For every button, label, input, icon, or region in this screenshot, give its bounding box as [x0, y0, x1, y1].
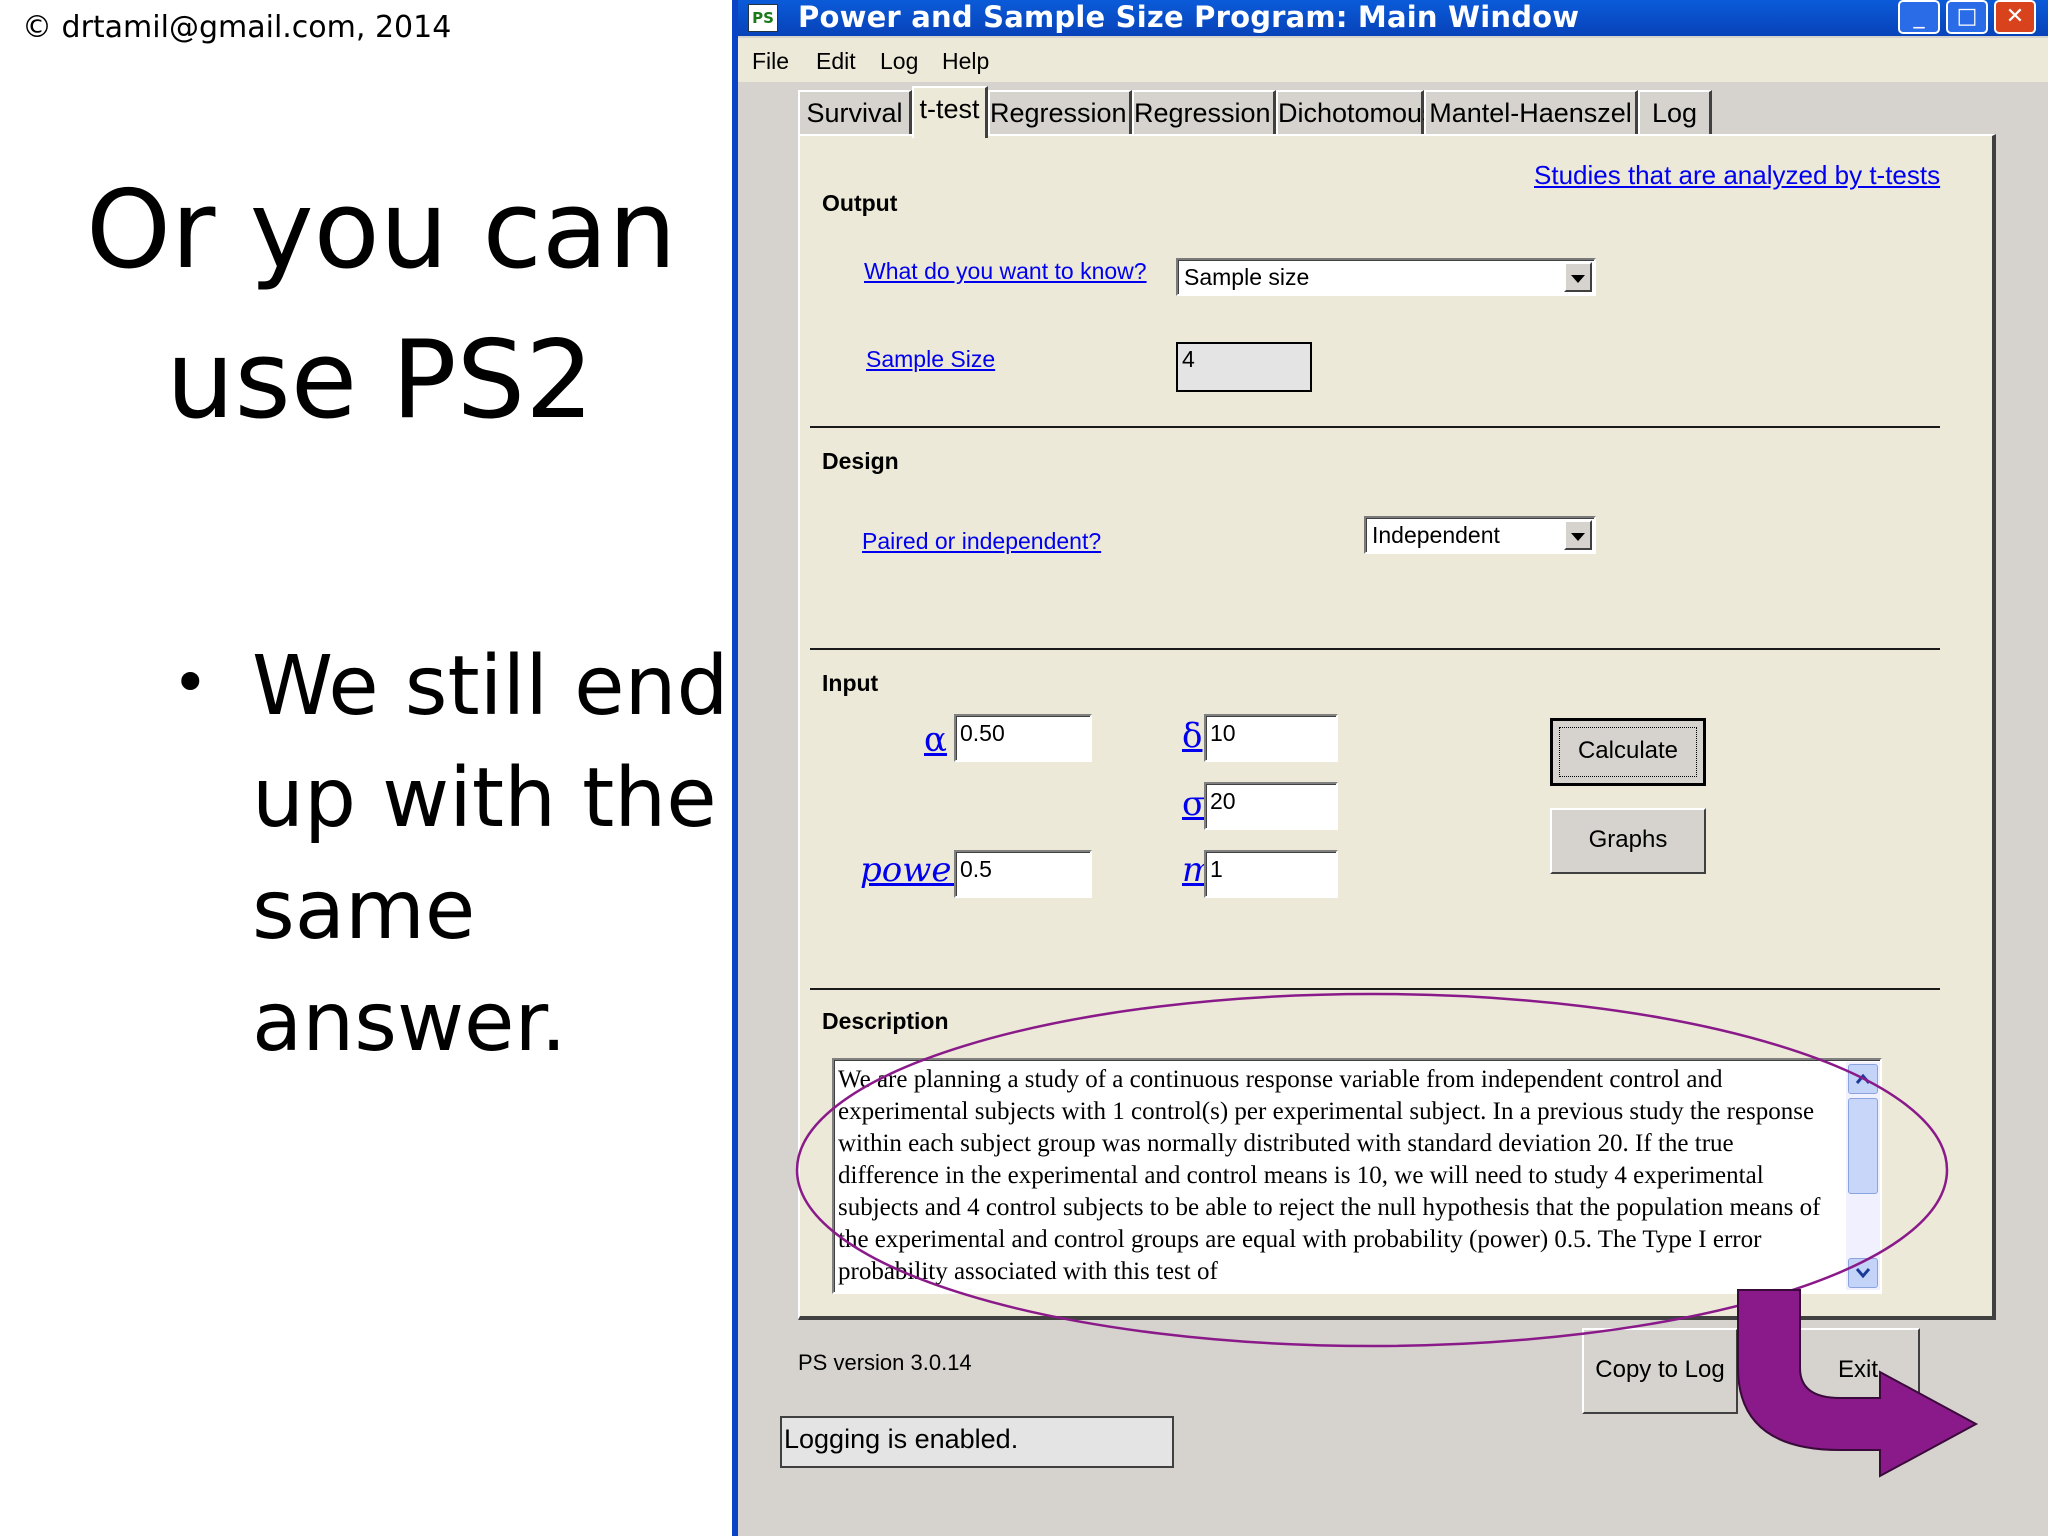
curved-arrow-icon	[1737, 1289, 1979, 1478]
tab-t-test[interactable]: t-test	[912, 86, 988, 138]
annotation-overlay	[795, 992, 1979, 1478]
